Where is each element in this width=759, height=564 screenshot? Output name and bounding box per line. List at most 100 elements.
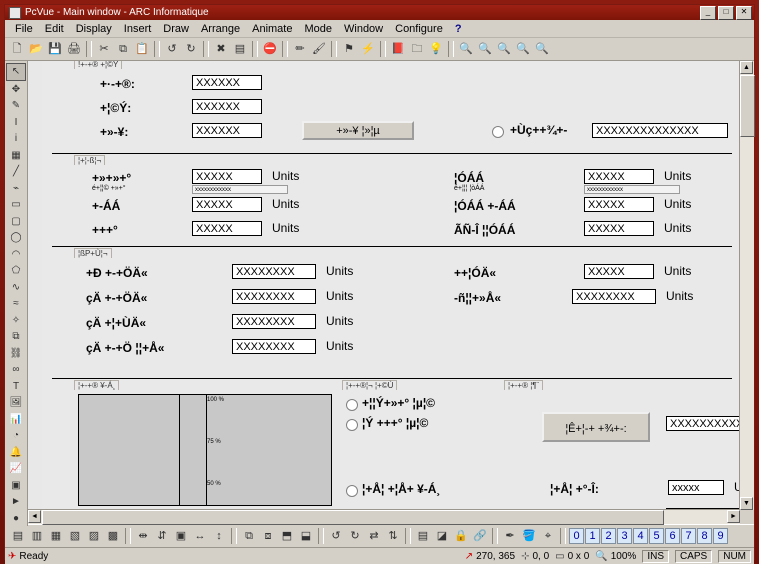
open-icon[interactable]: 📂 xyxy=(27,40,45,58)
g3-left-row4-input[interactable]: XXXXXXXX xyxy=(232,339,316,354)
layer-button-9[interactable]: 9 xyxy=(713,528,728,544)
g2-right-row3-input[interactable]: XXXXX xyxy=(584,221,654,236)
chart-preview-panel[interactable]: 100 % 75 % 50 % xyxy=(78,394,332,506)
minimize-button[interactable]: _ xyxy=(700,6,716,20)
print-icon[interactable]: 🖨 xyxy=(65,40,83,58)
menu-item-file[interactable]: File xyxy=(9,22,39,36)
ellipse-icon[interactable]: ◯ xyxy=(7,230,25,246)
chart-icon[interactable]: 📊 xyxy=(7,412,25,428)
group-icon[interactable]: ⧉ xyxy=(7,329,25,345)
back-icon[interactable]: ⬓ xyxy=(297,527,315,545)
align-center-icon[interactable]: ▥ xyxy=(28,527,46,545)
menu-item-window[interactable]: Window xyxy=(338,22,389,36)
flag-icon[interactable]: ⚑ xyxy=(340,40,358,58)
pointer-icon[interactable]: ↖ xyxy=(6,63,26,81)
document-canvas[interactable]: !+-+® +¦©Ý +·-+®: XXXXXX +¦©Ý: XXXXXX +»… xyxy=(28,61,740,510)
layer-button-2[interactable]: 2 xyxy=(601,528,616,544)
bezier-icon[interactable]: ≈ xyxy=(7,296,25,312)
g2-left-row1-subvalue[interactable]: xxxxxxxxxxxx xyxy=(192,185,288,194)
arc-icon[interactable]: ◠ xyxy=(7,247,25,263)
option-radio-2[interactable] xyxy=(346,419,358,431)
pen-icon[interactable]: ✎ xyxy=(7,98,25,114)
field2-input[interactable]: XXXXXX xyxy=(192,99,262,114)
zoom-out-icon[interactable]: 🔍 xyxy=(476,40,494,58)
menu-item-insert[interactable]: Insert xyxy=(118,22,158,36)
size-w-icon[interactable]: ↔ xyxy=(191,527,209,545)
undo-icon[interactable]: ↺ xyxy=(163,40,181,58)
menu-item-display[interactable]: Display xyxy=(70,22,118,36)
delete-icon[interactable]: ✖ xyxy=(212,40,230,58)
menu-item-mode[interactable]: Mode xyxy=(298,22,338,36)
flip-h-icon[interactable]: ⇄ xyxy=(365,527,383,545)
command-value-input[interactable]: XXXXXXXXXXXXXXX xyxy=(666,416,740,431)
fill-color-icon[interactable]: 🪣 xyxy=(520,527,538,545)
layer-button-7[interactable]: 7 xyxy=(681,528,696,544)
vertical-scroll-thumb[interactable] xyxy=(740,75,755,137)
menu-item-draw[interactable]: Draw xyxy=(157,22,195,36)
group-icon[interactable]: ⧉ xyxy=(240,527,258,545)
bottom-input[interactable]: xxxxx xyxy=(668,480,724,495)
bulb-icon[interactable]: 💡 xyxy=(427,40,445,58)
menu-item-arrange[interactable]: Arrange xyxy=(195,22,246,36)
align-left-icon[interactable]: ▤ xyxy=(9,527,27,545)
align-right-icon[interactable]: ▦ xyxy=(47,527,65,545)
front-icon[interactable]: ⬒ xyxy=(278,527,296,545)
layer-button-1[interactable]: 1 xyxy=(585,528,600,544)
pen-color-icon[interactable]: ✒ xyxy=(501,527,519,545)
dist-v-icon[interactable]: ⇵ xyxy=(153,527,171,545)
lock-icon[interactable]: 🔒 xyxy=(452,527,470,545)
menu-item-animate[interactable]: Animate xyxy=(246,22,298,36)
field1-input[interactable]: XXXXXX xyxy=(192,75,262,90)
close-button[interactable]: ✕ xyxy=(736,6,752,20)
eyedropper-icon[interactable]: ⌖ xyxy=(539,527,557,545)
g3-left-row3-input[interactable]: XXXXXXXX xyxy=(232,314,316,329)
text-cursor-icon[interactable]: I xyxy=(7,115,25,131)
maximize-button[interactable]: □ xyxy=(718,6,734,20)
align-bottom-icon[interactable]: ▩ xyxy=(104,527,122,545)
zoom-fit-icon[interactable]: 🔍 xyxy=(495,40,513,58)
layer-button-4[interactable]: 4 xyxy=(633,528,648,544)
zoom-region-icon[interactable]: 🔍 xyxy=(514,40,532,58)
layer-button-5[interactable]: 5 xyxy=(649,528,664,544)
group1-radio-value[interactable]: XXXXXXXXXXXXXX xyxy=(592,123,728,138)
dist-h-icon[interactable]: ⇹ xyxy=(134,527,152,545)
mask-icon[interactable]: ◪ xyxy=(433,527,451,545)
new-icon[interactable]: 🗋 xyxy=(8,40,26,58)
pan-icon[interactable]: ✥ xyxy=(7,82,25,98)
size-same-icon[interactable]: ▣ xyxy=(172,527,190,545)
rotate-right-icon[interactable]: ↻ xyxy=(346,527,364,545)
g2-right-row1-input[interactable]: XXXXX xyxy=(584,169,654,184)
info-icon[interactable]: i xyxy=(7,131,25,147)
book-icon[interactable]: 📕 xyxy=(389,40,407,58)
flip-v-icon[interactable]: ⇅ xyxy=(384,527,402,545)
line-icon[interactable]: ╱ xyxy=(7,164,25,180)
rectangle-icon[interactable]: ▭ xyxy=(7,197,25,213)
menu-item-edit[interactable]: Edit xyxy=(39,22,70,36)
pencil-icon[interactable]: ✏ xyxy=(291,40,309,58)
menu-item-configure[interactable]: Configure xyxy=(389,22,449,36)
g3-right-row1-input[interactable]: XXXXX xyxy=(584,264,654,279)
group1-radio[interactable] xyxy=(492,126,504,138)
scroll-up-button[interactable]: ▲ xyxy=(740,61,753,74)
g3-left-row2-input[interactable]: XXXXXXXX xyxy=(232,289,316,304)
g2-left-row1-input[interactable]: XXXXX xyxy=(192,169,262,184)
zoom-select-icon[interactable]: 🔍 xyxy=(533,40,551,58)
polygon-icon[interactable]: ⬠ xyxy=(7,263,25,279)
alarm-icon[interactable]: 🔔 xyxy=(7,445,25,461)
led-icon[interactable]: ● xyxy=(7,511,25,527)
g3-right-row2-input[interactable]: XXXXXXXX xyxy=(572,289,656,304)
lightning-icon[interactable]: ⚡ xyxy=(359,40,377,58)
chain-icon[interactable]: ⛓ xyxy=(7,346,25,362)
brush-icon[interactable]: 🖌 xyxy=(310,40,328,58)
curve-icon[interactable]: ∿ xyxy=(7,280,25,296)
properties-icon[interactable]: ▤ xyxy=(231,40,249,58)
horizontal-scroll-thumb[interactable] xyxy=(42,510,664,525)
save-icon[interactable]: 💾 xyxy=(46,40,64,58)
layer-button-8[interactable]: 8 xyxy=(697,528,712,544)
align-middle-icon[interactable]: ▨ xyxy=(85,527,103,545)
scroll-down-button[interactable]: ▼ xyxy=(740,497,753,510)
rounded-rect-icon[interactable]: ▢ xyxy=(7,214,25,230)
vertical-scrollbar[interactable]: ▲ ▼ xyxy=(739,61,754,510)
paste-icon[interactable]: 📋 xyxy=(133,40,151,58)
layer-button-3[interactable]: 3 xyxy=(617,528,632,544)
